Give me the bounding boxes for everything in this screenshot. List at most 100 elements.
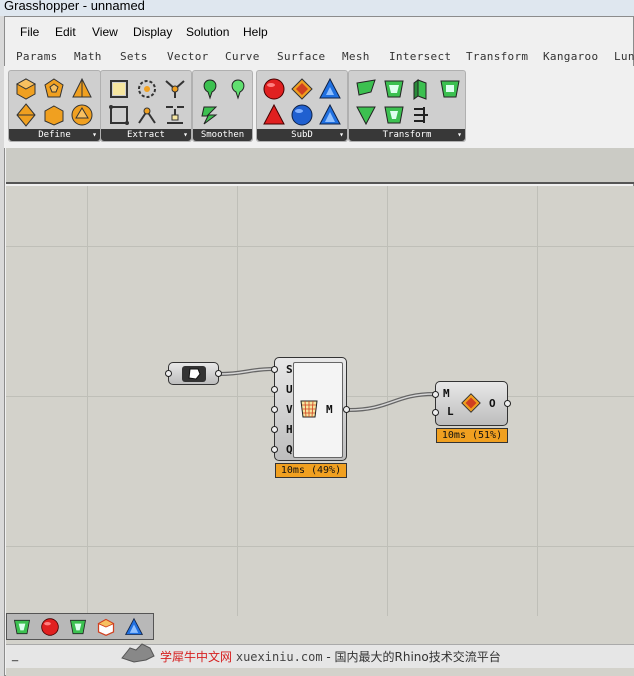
watermark: 学犀牛中文网 xuexiniu.com - 国内最大的Rhino技术交流平台: [160, 648, 501, 665]
menu-help[interactable]: Help: [243, 22, 268, 39]
tab-lunchbox[interactable]: Lun: [614, 50, 634, 63]
pin-l-in[interactable]: [432, 409, 439, 416]
panel-extract-label: Extract ▾: [101, 129, 191, 141]
face-boundaries-icon[interactable]: [107, 77, 131, 101]
tab-transform[interactable]: Transform: [466, 50, 528, 63]
pin-m-in[interactable]: [432, 391, 439, 398]
subd-node-timing: 10ms (51%): [436, 428, 508, 443]
quick-frame-icon[interactable]: [11, 617, 33, 637]
watermark-slogan: - 国内最大的Rhino技术交流平台: [326, 650, 501, 664]
param-icon: [182, 366, 206, 382]
canvas-header: [6, 148, 634, 184]
watermark-site: 学犀牛中文网: [160, 650, 233, 664]
frame-icon[interactable]: [382, 77, 406, 101]
input-port-s[interactable]: S: [286, 363, 293, 376]
window-title: Grasshopper - unnamed: [4, 0, 145, 13]
tab-intersect[interactable]: Intersect: [389, 50, 451, 63]
cube-icon[interactable]: [14, 77, 38, 101]
pin-h[interactable]: [271, 426, 278, 433]
title-bar: Grasshopper - unnamed: [0, 0, 634, 16]
relax-icon[interactable]: [226, 77, 250, 101]
menu-view[interactable]: View: [92, 22, 118, 39]
input-port-v[interactable]: V: [286, 403, 293, 416]
tab-curve[interactable]: Curve: [225, 50, 260, 63]
triangle-blue-icon[interactable]: [318, 103, 342, 127]
panel-smoothen: Smoothen: [192, 70, 253, 142]
offset-icon[interactable]: [438, 77, 462, 101]
catmull-clark-icon[interactable]: [262, 77, 286, 101]
subd-node[interactable]: M L O: [432, 381, 511, 426]
window-icon[interactable]: [382, 103, 406, 127]
input-port-h[interactable]: H: [286, 423, 293, 436]
tab-mesh[interactable]: Mesh: [342, 50, 370, 63]
menu-solution[interactable]: Solution: [186, 22, 229, 39]
panel-subd: SubD ▾: [256, 70, 348, 142]
mesh-node-timing: 10ms (49%): [275, 463, 347, 478]
geometry-param-node[interactable]: [165, 362, 222, 385]
tab-kangaroo[interactable]: Kangaroo: [543, 50, 598, 63]
param-output-pin[interactable]: [215, 370, 222, 377]
pin-m-out[interactable]: [343, 406, 350, 413]
rhino-logo-icon: [121, 643, 155, 663]
watermark-url: xuexiniu.com: [235, 650, 323, 664]
subd-icon: [461, 393, 481, 413]
panel-define: Define ▾: [8, 70, 101, 142]
panel-subd-label: SubD ▾: [257, 129, 347, 141]
output-port-m[interactable]: M: [326, 403, 333, 416]
pin-s[interactable]: [271, 366, 278, 373]
menu-display[interactable]: Display: [133, 22, 172, 39]
pin-u[interactable]: [271, 386, 278, 393]
quick-toolbar: [6, 613, 154, 640]
smooth-icon[interactable]: [198, 77, 222, 101]
input-port-u[interactable]: U: [286, 383, 293, 396]
panel-transform-label: Transform ▾: [349, 129, 465, 141]
panel-transform: Transform ▾: [348, 70, 466, 142]
panel-extract: Extract ▾: [100, 70, 192, 142]
component-toolbar: Define ▾ Extract ▾ Smoothen SubD ▾ Transf: [4, 66, 634, 148]
bend-icon[interactable]: [354, 77, 378, 101]
quick-box-icon[interactable]: [95, 617, 117, 637]
input-port-l[interactable]: L: [447, 405, 454, 418]
param-input-pin[interactable]: [165, 370, 172, 377]
pin-q[interactable]: [271, 446, 278, 453]
box-icon[interactable]: [42, 103, 66, 127]
quick-sphere-icon[interactable]: [39, 617, 61, 637]
menu-edit[interactable]: Edit: [55, 22, 76, 39]
mesh-surface-node[interactable]: S U V H Q M: [271, 357, 350, 461]
panel-smoothen-label: Smoothen: [193, 129, 252, 141]
octahedron-icon[interactable]: [14, 103, 38, 127]
tab-vector[interactable]: Vector: [167, 50, 209, 63]
dodecahedron-icon[interactable]: [42, 77, 66, 101]
tab-sets[interactable]: Sets: [120, 50, 148, 63]
sphere-blue-icon[interactable]: [290, 103, 314, 127]
tab-params[interactable]: Params: [16, 50, 58, 63]
icosahedron-icon[interactable]: [70, 103, 94, 127]
menu-file[interactable]: File: [20, 22, 39, 39]
input-port-q[interactable]: Q: [286, 443, 293, 456]
quick-window-icon[interactable]: [67, 617, 89, 637]
tetrahedron-icon[interactable]: [70, 77, 94, 101]
quick-triangle-icon[interactable]: [123, 617, 145, 637]
weave-icon[interactable]: [410, 103, 434, 127]
tab-math[interactable]: Math: [74, 50, 102, 63]
loop-icon[interactable]: [318, 77, 342, 101]
pinch-icon[interactable]: [354, 103, 378, 127]
topology-icon[interactable]: [163, 103, 187, 127]
triangle-red-icon[interactable]: [262, 103, 286, 127]
status-text: _: [12, 650, 19, 662]
panel-define-label: Define ▾: [9, 129, 100, 141]
mesh-edges-icon[interactable]: [107, 103, 131, 127]
pin-v[interactable]: [271, 406, 278, 413]
edges-icon[interactable]: [163, 77, 187, 101]
input-port-m[interactable]: M: [443, 387, 450, 400]
vertices-icon[interactable]: [135, 77, 159, 101]
tab-surface[interactable]: Surface: [277, 50, 325, 63]
component-tabs: Params Math Sets Vector Curve Surface Me…: [4, 46, 634, 66]
mesh-surface-icon: [300, 400, 318, 418]
pin-o-out[interactable]: [504, 400, 511, 407]
thicken-icon[interactable]: [410, 77, 434, 101]
doo-sabin-icon[interactable]: [290, 77, 314, 101]
jitter-icon[interactable]: [198, 103, 222, 127]
explode-icon[interactable]: [135, 103, 159, 127]
output-port-o[interactable]: O: [489, 397, 496, 410]
